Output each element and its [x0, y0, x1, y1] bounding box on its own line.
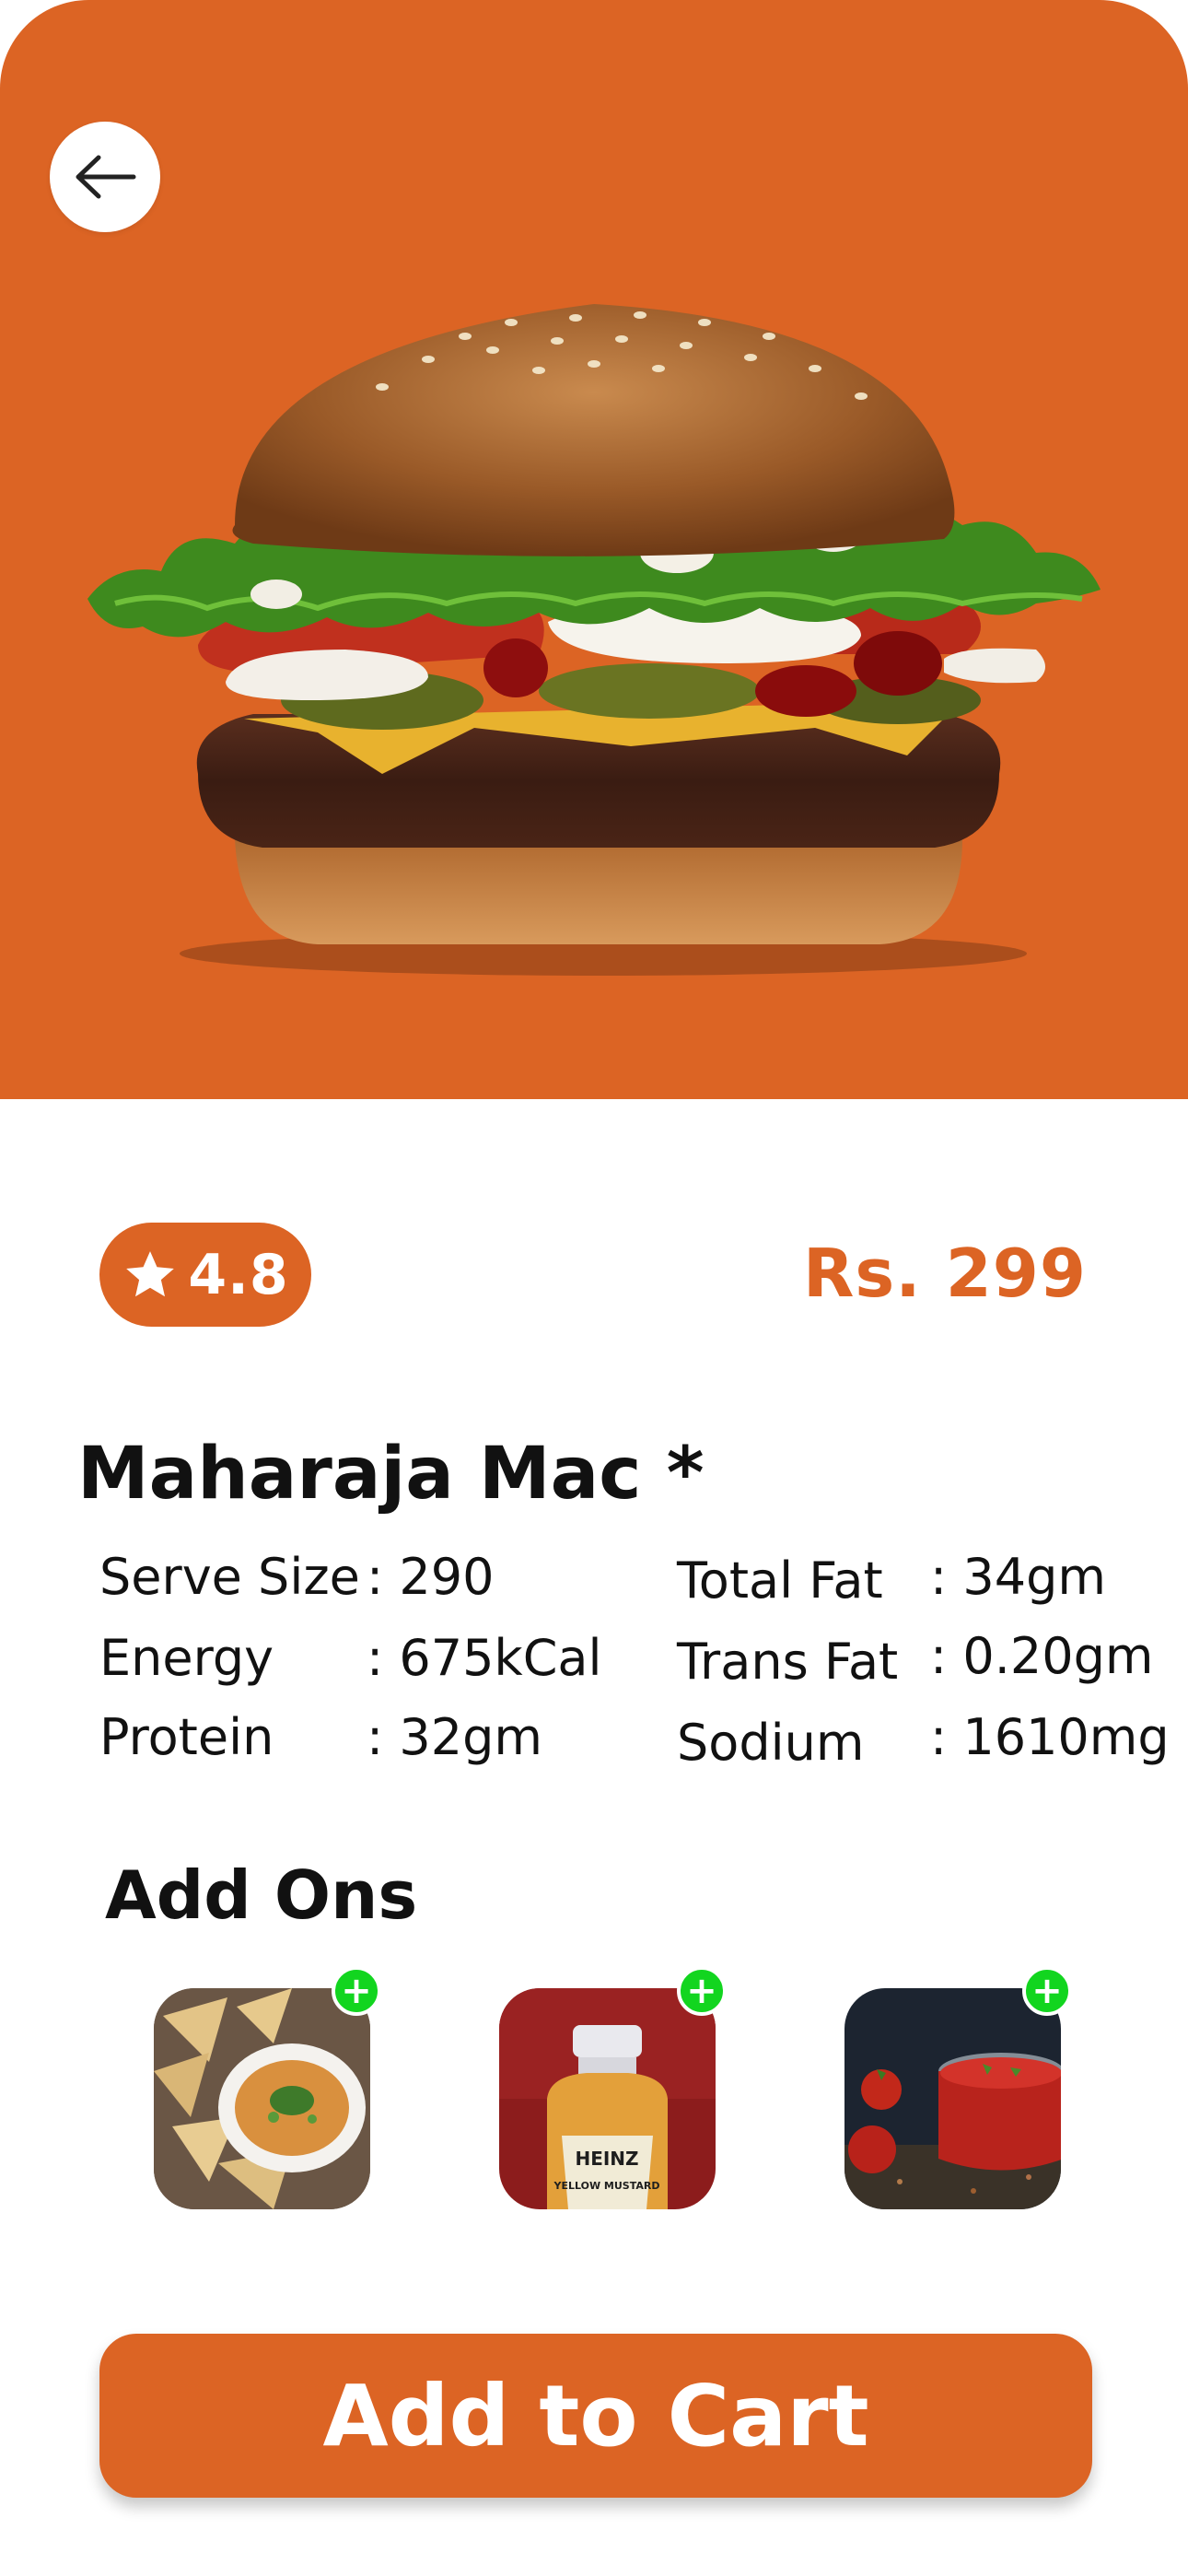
nutrition-label: Trans Fat	[677, 1633, 899, 1691]
nutrition-right: Total Fat : 34gm Trans Fat : 0.20gm Sodi…	[677, 1548, 1170, 1787]
addon-nachos[interactable]: +	[154, 1966, 381, 2209]
plus-icon[interactable]: +	[1022, 1966, 1072, 2016]
rating-badge: 4.8	[99, 1223, 311, 1327]
star-icon	[126, 1250, 175, 1296]
nutrition-value: : 290	[367, 1548, 495, 1606]
nutrition-value: : 32gm	[367, 1708, 542, 1766]
burger-image	[87, 304, 1101, 976]
nutrition-label: Total Fat	[677, 1551, 883, 1610]
nutrition-label: Sodium	[677, 1714, 865, 1772]
bottle-product-text: YELLOW MUSTARD	[553, 2180, 660, 2192]
plus-icon[interactable]: +	[332, 1966, 381, 2016]
tomato-sauce-image	[844, 1988, 1064, 2209]
nutrition-left: Serve Size : 290 Energy : 675kCal Protei…	[99, 1548, 615, 1787]
hero-section	[0, 0, 1188, 1099]
nutrition-label: Serve Size	[99, 1548, 360, 1606]
nutrition-value: : 1610mg	[930, 1708, 1170, 1766]
nutrition-label: Energy	[99, 1629, 274, 1687]
addons-title: Add Ons	[105, 1856, 418, 1934]
rating-value: 4.8	[188, 1242, 289, 1307]
arrow-left-icon	[76, 155, 136, 199]
nutrition-value: : 34gm	[930, 1548, 1106, 1606]
plus-icon[interactable]: +	[677, 1966, 727, 2016]
nutrition-label: Protein	[99, 1708, 274, 1766]
nutrition-value: : 0.20gm	[930, 1627, 1154, 1685]
addon-tomato-sauce[interactable]: +	[844, 1966, 1072, 2209]
addon-mustard[interactable]: HEINZ YELLOW MUSTARD +	[499, 1966, 727, 2209]
back-button[interactable]	[50, 122, 160, 232]
price: Rs. 299	[802, 1235, 1087, 1312]
add-to-cart-button[interactable]: Add to Cart	[99, 2334, 1092, 2498]
bottle-brand-text: HEINZ	[575, 2148, 638, 2170]
heinz-mustard-image: HEINZ YELLOW MUSTARD	[499, 1988, 716, 2209]
product-name: Maharaja Mac *	[77, 1433, 705, 1516]
nachos-dip-image	[154, 1988, 370, 2209]
nutrition-value: : 675kCal	[367, 1629, 602, 1687]
